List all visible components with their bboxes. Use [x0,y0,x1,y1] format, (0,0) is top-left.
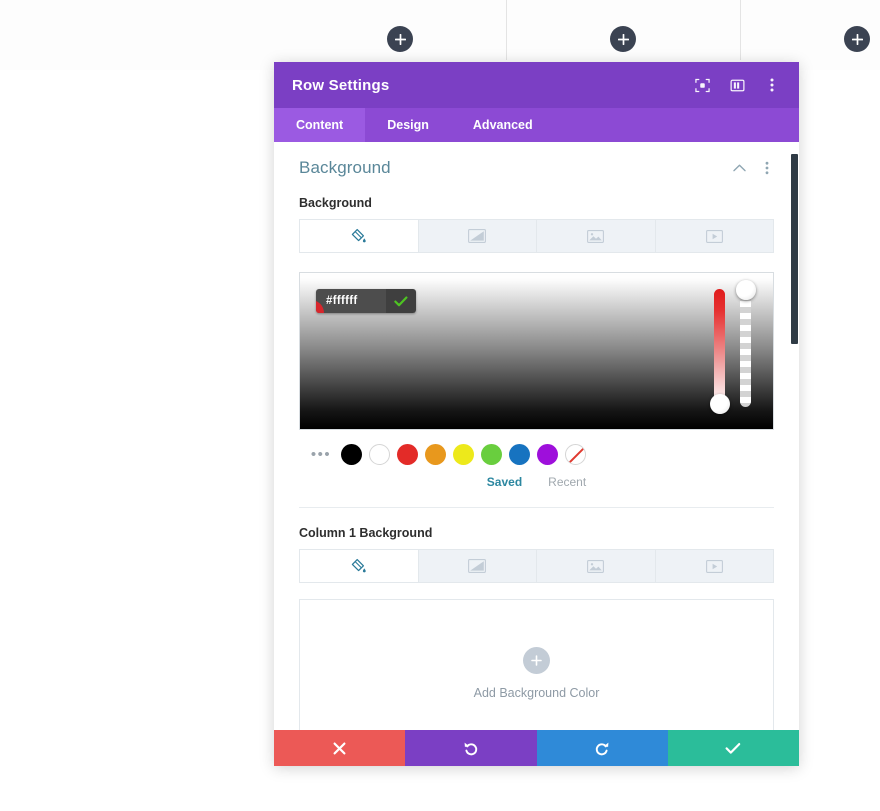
background-field: Background [299,196,774,253]
hue-slider-handle[interactable] [709,394,730,414]
column-background-field: Column 1 Background Add Background Color [299,526,774,730]
swatch-black[interactable] [341,444,362,465]
modal-scrollbar-thumb[interactable] [791,154,798,344]
more-swatches-button[interactable]: ••• [301,446,341,463]
cancel-button[interactable] [274,730,406,766]
tab-design[interactable]: Design [365,108,451,142]
modal-header-actions [693,76,781,94]
column-background-label: Column 1 Background [299,526,433,540]
screen: Row Settings Content Design Advanced Bac… [0,0,880,811]
redo-button[interactable] [536,730,668,766]
background-type-video[interactable] [656,220,774,252]
add-module-button[interactable] [387,26,413,52]
add-module-button[interactable] [844,26,870,52]
row-settings-modal: Row Settings Content Design Advanced Bac… [274,62,799,766]
column-background-type-video[interactable] [656,550,774,582]
tab-advanced[interactable]: Advanced [451,108,555,142]
swatch-no-color[interactable] [565,444,586,465]
background-type-gradient[interactable] [419,220,537,252]
background-type-tabs [299,219,774,253]
swatch-blue[interactable] [509,444,530,465]
alpha-slider[interactable] [735,280,756,407]
column-background-type-image[interactable] [537,550,656,582]
swatch-red[interactable] [397,444,418,465]
palette-tab-saved[interactable]: Saved [487,475,522,489]
alpha-slider-handle[interactable] [735,280,756,300]
column-divider [506,0,507,60]
plus-icon [523,646,550,674]
add-module-button[interactable] [610,26,636,52]
page-title: Row Settings [292,76,390,94]
background-section-header: Background [299,142,774,196]
column-background-type-color[interactable] [300,550,419,582]
modal-header: Row Settings [274,62,799,108]
hex-confirm-button[interactable] [386,289,416,313]
section-divider [299,507,774,508]
modal-footer [274,730,799,766]
more-vertical-icon[interactable] [760,161,774,175]
add-background-color-label: Add Background Color [473,685,600,700]
swatch-white[interactable] [369,444,390,465]
save-button[interactable] [667,730,799,766]
background-type-color[interactable] [300,220,419,252]
palette-tabs: Saved Recent [299,475,774,489]
add-background-color-dropzone[interactable]: Add Background Color [299,599,774,730]
section-controls [732,161,774,175]
color-swatches: ••• [299,444,774,465]
chevron-up-icon[interactable] [732,161,746,175]
background-type-image[interactable] [537,220,656,252]
color-picker-panel[interactable]: 1 [299,272,774,430]
section-title: Background [299,158,391,177]
hex-color-input[interactable] [316,289,386,313]
swatch-green[interactable] [481,444,502,465]
more-vertical-icon[interactable] [763,76,781,94]
layout-columns-icon[interactable] [728,76,746,94]
focus-icon[interactable] [693,76,711,94]
background-field-label: Background [299,196,372,210]
swatch-yellow[interactable] [453,444,474,465]
tab-content[interactable]: Content [274,108,366,142]
modal-tabs: Content Design Advanced [274,108,799,142]
undo-button[interactable] [405,730,537,766]
page-builder-canvas [0,0,880,70]
hue-slider[interactable] [709,289,730,414]
swatch-orange[interactable] [425,444,446,465]
modal-scrollbar-track[interactable] [790,142,799,730]
column-background-type-gradient[interactable] [419,550,537,582]
column-divider [740,0,741,60]
swatch-purple[interactable] [537,444,558,465]
hex-input-group: 1 [316,289,416,313]
column-background-type-tabs [299,549,774,583]
modal-body: Background Background #ffffff ••• Saved … [274,142,799,730]
palette-tab-recent[interactable]: Recent [548,475,586,489]
